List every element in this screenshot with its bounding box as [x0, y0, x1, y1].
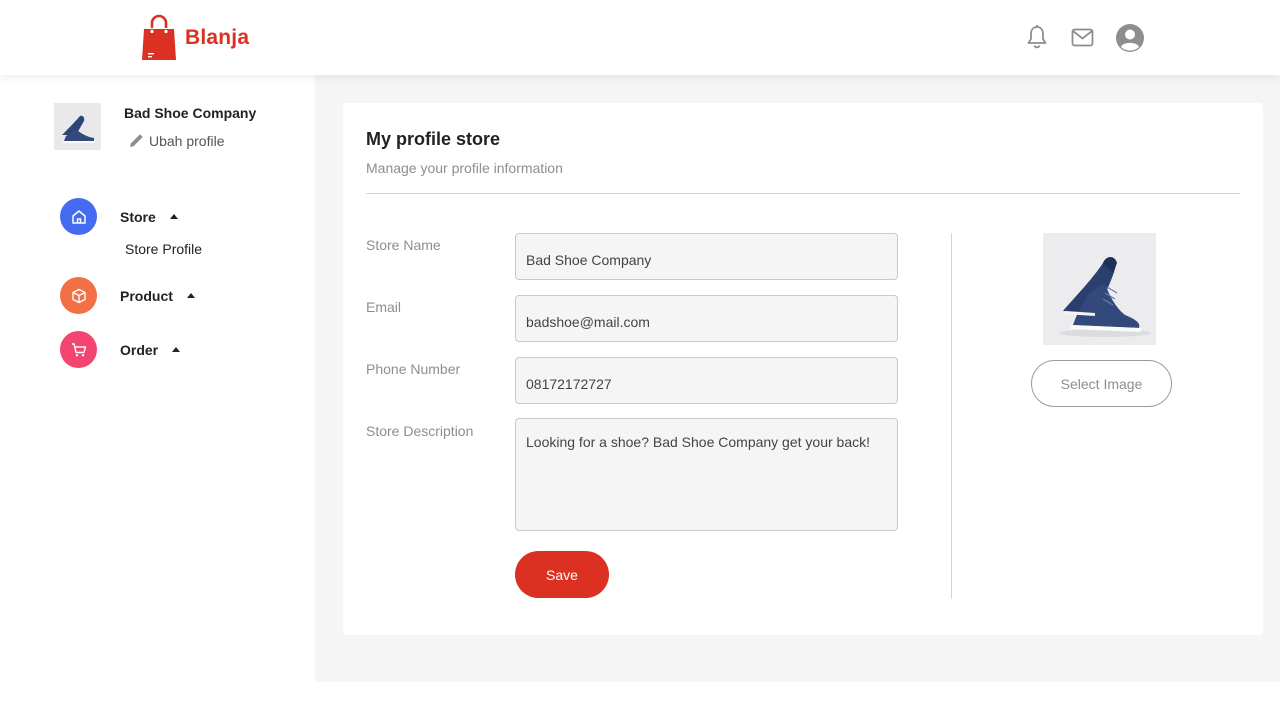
- sidebar: Bad Shoe Company Ubah profile Store Stor…: [0, 75, 315, 719]
- nav-store-circle: [60, 198, 97, 235]
- package-icon: [71, 288, 86, 303]
- home-icon: [71, 209, 86, 224]
- select-image-button[interactable]: Select Image: [1031, 360, 1172, 407]
- email-input[interactable]: [515, 295, 898, 342]
- pencil-icon: [130, 134, 143, 147]
- edit-profile-label: Ubah profile: [149, 132, 225, 149]
- nav-product-label: Product: [120, 287, 173, 304]
- nav-order[interactable]: Order: [60, 331, 181, 368]
- store-image: [1043, 233, 1156, 345]
- description-label: Store Description: [366, 423, 474, 439]
- brand-logo[interactable]: Blanja: [141, 14, 249, 62]
- main-content: My profile store Manage your profile inf…: [315, 75, 1280, 682]
- email-label: Email: [366, 299, 402, 315]
- nav-store-label: Store: [120, 208, 156, 225]
- cart-icon: [71, 342, 86, 356]
- brand-name: Blanja: [185, 26, 250, 49]
- profile-card: My profile store Manage your profile inf…: [343, 103, 1263, 635]
- nav-store[interactable]: Store: [60, 198, 178, 235]
- edit-profile-link[interactable]: Ubah profile: [128, 132, 225, 149]
- mail-icon[interactable]: [1071, 28, 1094, 47]
- nav-order-label: Order: [120, 341, 159, 358]
- nav-product[interactable]: Product: [60, 277, 195, 314]
- shop-avatar: [54, 103, 101, 150]
- description-textarea[interactable]: Looking for a shoe? Bad Shoe Company get…: [515, 418, 898, 531]
- shopping-bag-icon: [142, 14, 176, 60]
- page-subtitle: Manage your profile information: [366, 160, 563, 176]
- caret-up-icon: [169, 214, 178, 219]
- shoe-image: [54, 103, 101, 150]
- phone-label: Phone Number: [366, 361, 461, 377]
- nav-product-circle: [60, 277, 97, 314]
- save-button[interactable]: Save: [515, 551, 609, 598]
- divider: [366, 193, 1240, 194]
- top-header: Blanja: [0, 0, 1280, 75]
- vertical-divider: [951, 233, 952, 599]
- nav-store-profile[interactable]: Store Profile: [125, 241, 202, 257]
- caret-up-icon: [172, 347, 181, 352]
- page-title: My profile store: [366, 129, 501, 149]
- store-name-input[interactable]: [515, 233, 898, 280]
- shop-name: Bad Shoe Company: [124, 105, 257, 121]
- nav-order-circle: [60, 331, 97, 368]
- phone-input[interactable]: [515, 357, 898, 404]
- shoe-image: [1043, 233, 1156, 345]
- bell-icon[interactable]: [1026, 24, 1048, 50]
- caret-up-icon: [186, 293, 195, 298]
- store-name-label: Store Name: [366, 237, 441, 253]
- user-circle-icon[interactable]: [1116, 24, 1144, 52]
